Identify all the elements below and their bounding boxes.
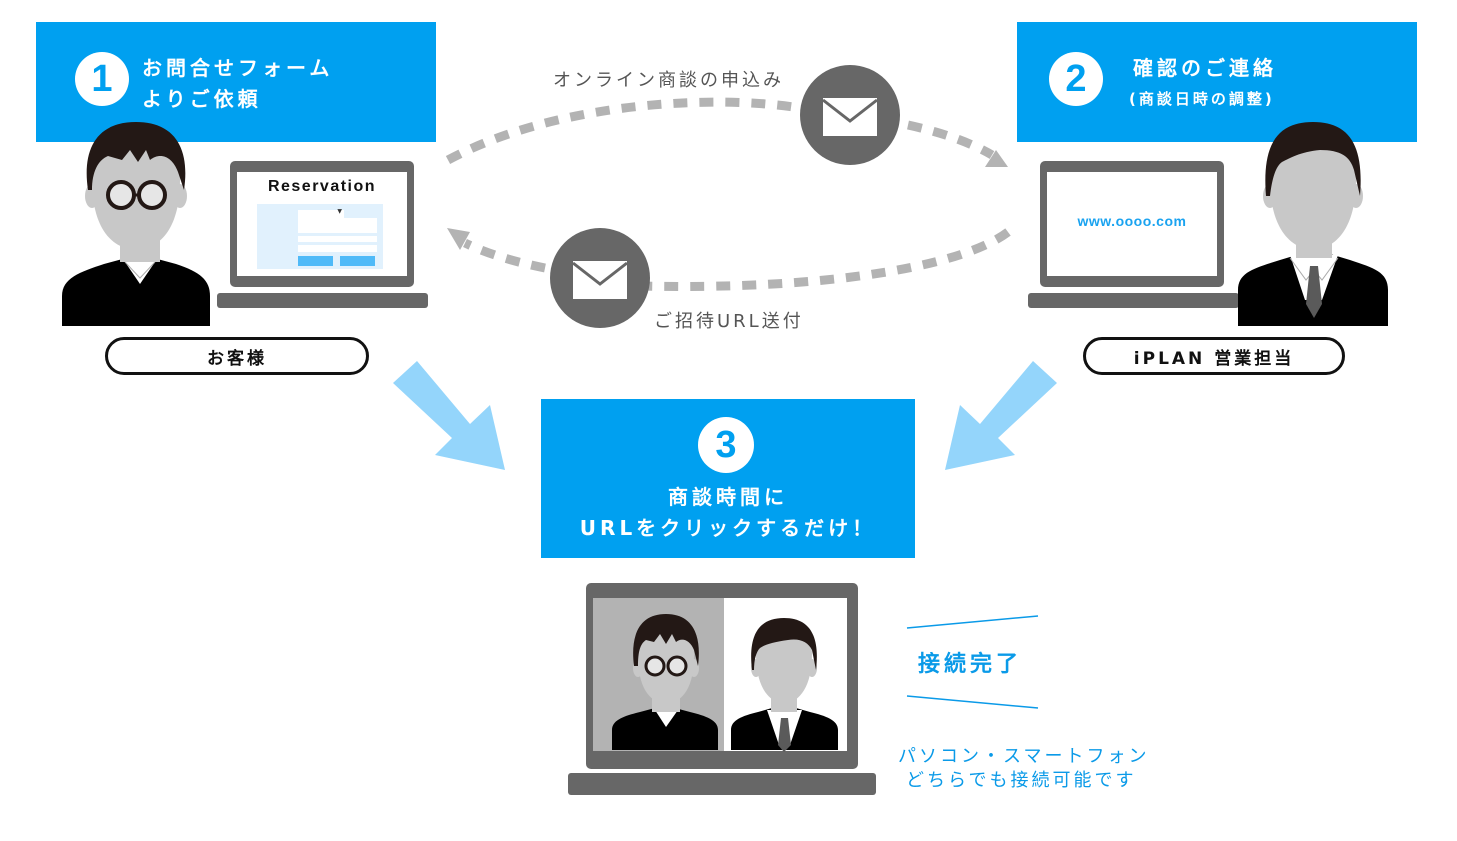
customer-video-person-icon (612, 614, 718, 750)
device-note-line1: パソコン・スマートフォン (898, 746, 1150, 767)
video-call-avatars (612, 614, 838, 752)
device-note-line2: どちらでも接続可能です (906, 770, 1137, 791)
connection-status-text: 接続完了 (918, 652, 1023, 677)
sales-video-person-icon (731, 618, 838, 752)
